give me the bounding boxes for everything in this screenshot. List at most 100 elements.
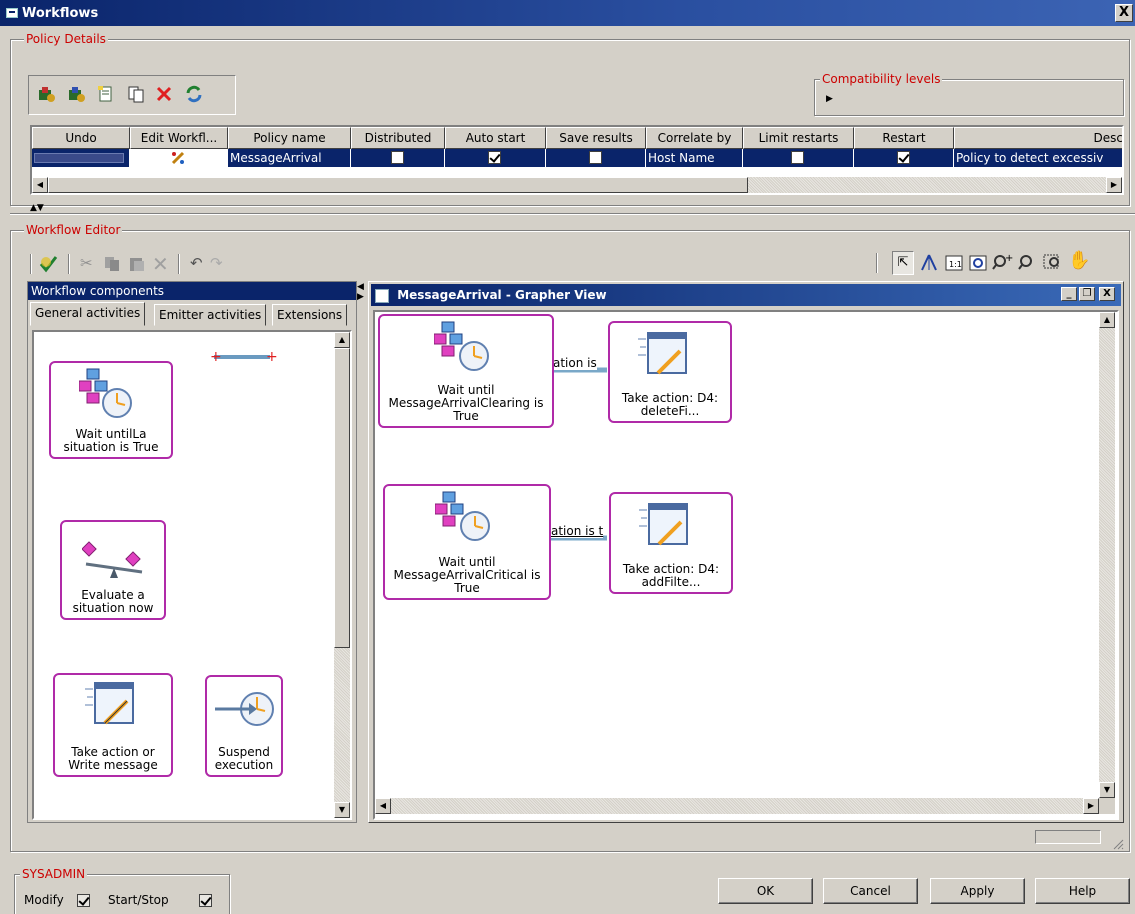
situation-clock-icon bbox=[434, 490, 497, 549]
help-button[interactable]: Help bbox=[1035, 878, 1130, 904]
node-take-action-add[interactable]: Take action: D4: addFilte... bbox=[609, 492, 733, 594]
col-policy-name[interactable]: Policy name bbox=[228, 127, 351, 149]
limit-restarts-checkbox[interactable] bbox=[791, 151, 804, 164]
splitter-arrows-icon[interactable]: ▲▼ bbox=[30, 204, 44, 213]
refresh-icon[interactable] bbox=[183, 84, 205, 106]
svg-text:+: + bbox=[1005, 253, 1013, 264]
components-tabs: General activities Emitter activities Ex… bbox=[30, 302, 354, 326]
palette-vscroll-thumb[interactable] bbox=[334, 348, 350, 648]
table-hscroll-thumb[interactable] bbox=[48, 177, 748, 193]
grapher-scroll-down[interactable]: ▼ bbox=[1099, 782, 1115, 798]
cell-distributed[interactable] bbox=[351, 149, 445, 167]
new-document-icon[interactable] bbox=[95, 84, 117, 106]
grapher-scroll-up[interactable]: ▲ bbox=[1099, 312, 1115, 328]
pan-hand-icon[interactable]: ✋ bbox=[1068, 250, 1090, 271]
palette-suspend-execution[interactable]: Suspend execution bbox=[205, 675, 283, 777]
cancel-button[interactable]: Cancel bbox=[823, 878, 918, 904]
palette-scroll-up[interactable]: ▲ bbox=[334, 332, 350, 348]
palette-wait-until-situation[interactable]: Wait untilLa situation is True bbox=[49, 361, 173, 459]
ok-button[interactable]: OK bbox=[718, 878, 813, 904]
grapher-window: MessageArrival - Grapher View _ ❐ X atio… bbox=[368, 281, 1124, 823]
col-limit-restarts[interactable]: Limit restarts bbox=[743, 127, 854, 149]
undo-icon[interactable]: ↶ bbox=[190, 254, 203, 272]
copy-icon[interactable] bbox=[104, 256, 122, 275]
connector-tool-icon[interactable]: + + bbox=[210, 349, 280, 367]
delete-icon[interactable] bbox=[153, 84, 175, 106]
node-wait-critical[interactable]: Wait until MessageArrivalCritical is Tru… bbox=[383, 484, 551, 600]
restart-checkbox[interactable] bbox=[896, 151, 910, 164]
compat-expand-icon[interactable]: ▶ bbox=[826, 94, 833, 104]
grapher-canvas[interactable]: ation is ation is t Wait until MessageAr… bbox=[373, 310, 1119, 820]
select-pointer-icon[interactable]: ⇱ bbox=[892, 251, 914, 275]
situation-clock-icon bbox=[78, 367, 139, 426]
cell-undo[interactable] bbox=[32, 149, 130, 167]
edge-label[interactable]: ation is t bbox=[551, 524, 604, 538]
col-save-results[interactable]: Save results bbox=[546, 127, 646, 149]
table-scroll-right[interactable]: ▶ bbox=[1106, 177, 1122, 193]
table-scroll-left[interactable]: ◀ bbox=[32, 177, 48, 193]
col-restart[interactable]: Restart bbox=[854, 127, 954, 149]
palette-scroll-down[interactable]: ▼ bbox=[334, 802, 350, 818]
palette-evaluate-situation[interactable]: Evaluate a situation now bbox=[60, 520, 166, 620]
redo-icon[interactable]: ↷ bbox=[210, 254, 223, 272]
grapher-scroll-left[interactable]: ◀ bbox=[375, 798, 391, 814]
cell-edit-workflow[interactable] bbox=[130, 149, 228, 167]
paste-icon[interactable] bbox=[128, 256, 146, 275]
grapher-hscroll-track[interactable] bbox=[375, 798, 1099, 814]
col-correlate-by[interactable]: Correlate by bbox=[646, 127, 743, 149]
fit-window-icon[interactable] bbox=[968, 254, 988, 275]
actual-size-icon[interactable]: 1:1 bbox=[944, 254, 964, 275]
save-results-checkbox[interactable] bbox=[588, 151, 602, 164]
status-field bbox=[1035, 830, 1101, 844]
grapher-close-button[interactable]: X bbox=[1099, 287, 1115, 301]
apply-button[interactable]: Apply bbox=[930, 878, 1025, 904]
splitter[interactable] bbox=[10, 213, 1135, 215]
zoom-out-icon[interactable] bbox=[1018, 252, 1040, 275]
palette-take-action[interactable]: Take action or Write message bbox=[53, 673, 173, 777]
cell-restart[interactable] bbox=[854, 149, 954, 167]
cell-policy-name[interactable]: MessageArrival bbox=[228, 149, 351, 167]
close-button[interactable]: X bbox=[1115, 4, 1133, 22]
zoom-region-icon[interactable] bbox=[1042, 252, 1064, 275]
col-description[interactable]: Desc bbox=[954, 127, 1122, 149]
toolbar-separator bbox=[876, 253, 878, 273]
paste-icon[interactable] bbox=[125, 84, 147, 106]
zoom-in-icon[interactable]: + bbox=[992, 252, 1014, 275]
layout-tree-icon[interactable] bbox=[918, 252, 940, 277]
situation-clock-icon bbox=[433, 320, 496, 379]
panel-splitter-collapse-icon[interactable]: ◀ ▶ bbox=[357, 282, 364, 302]
node-wait-clearing[interactable]: Wait until MessageArrivalClearing is Tru… bbox=[378, 314, 554, 428]
delete-icon[interactable]: ✕ bbox=[152, 252, 169, 276]
copy-policy-icon[interactable] bbox=[65, 84, 87, 106]
add-policy-icon[interactable] bbox=[35, 84, 57, 106]
cell-save-results[interactable] bbox=[546, 149, 646, 167]
tab-extensions[interactable]: Extensions bbox=[272, 304, 348, 326]
window-title: Workflows bbox=[22, 5, 99, 21]
auto-start-checkbox[interactable] bbox=[488, 151, 501, 164]
grapher-scroll-right[interactable]: ▶ bbox=[1083, 798, 1099, 814]
cell-correlate-by[interactable]: Host Name bbox=[646, 149, 743, 167]
cut-icon[interactable]: ✂ bbox=[80, 254, 93, 272]
edit-workflow-icon[interactable] bbox=[170, 150, 186, 167]
cell-description[interactable]: Policy to detect excessiv bbox=[954, 149, 1122, 167]
distributed-checkbox[interactable] bbox=[390, 151, 404, 164]
col-distributed[interactable]: Distributed bbox=[351, 127, 445, 149]
col-edit-workflow[interactable]: Edit Workfl... bbox=[130, 127, 228, 149]
node-take-action-delete[interactable]: Take action: D4: deleteFi... bbox=[608, 321, 732, 423]
resize-grip-icon[interactable] bbox=[1112, 838, 1124, 853]
policy-table: Undo Edit Workfl... Policy name Distribu… bbox=[30, 125, 1124, 195]
modify-checkbox[interactable] bbox=[77, 894, 90, 907]
col-undo[interactable]: Undo bbox=[32, 127, 130, 149]
cell-limit-restarts[interactable] bbox=[743, 149, 854, 167]
startstop-checkbox[interactable] bbox=[198, 894, 212, 907]
grapher-titlebar: MessageArrival - Grapher View _ ❐ X bbox=[371, 284, 1121, 306]
tab-emitter-activities[interactable]: Emitter activities bbox=[154, 304, 267, 326]
restore-button[interactable]: ❐ bbox=[1079, 287, 1095, 301]
col-auto-start[interactable]: Auto start bbox=[445, 127, 546, 149]
validate-icon[interactable] bbox=[38, 254, 60, 277]
minimize-button[interactable]: _ bbox=[1061, 287, 1077, 301]
grapher-vscroll-track[interactable] bbox=[1099, 312, 1115, 798]
tab-general-activities[interactable]: General activities bbox=[30, 302, 146, 326]
cell-auto-start[interactable] bbox=[445, 149, 546, 167]
edge-label[interactable]: ation is bbox=[553, 356, 597, 370]
